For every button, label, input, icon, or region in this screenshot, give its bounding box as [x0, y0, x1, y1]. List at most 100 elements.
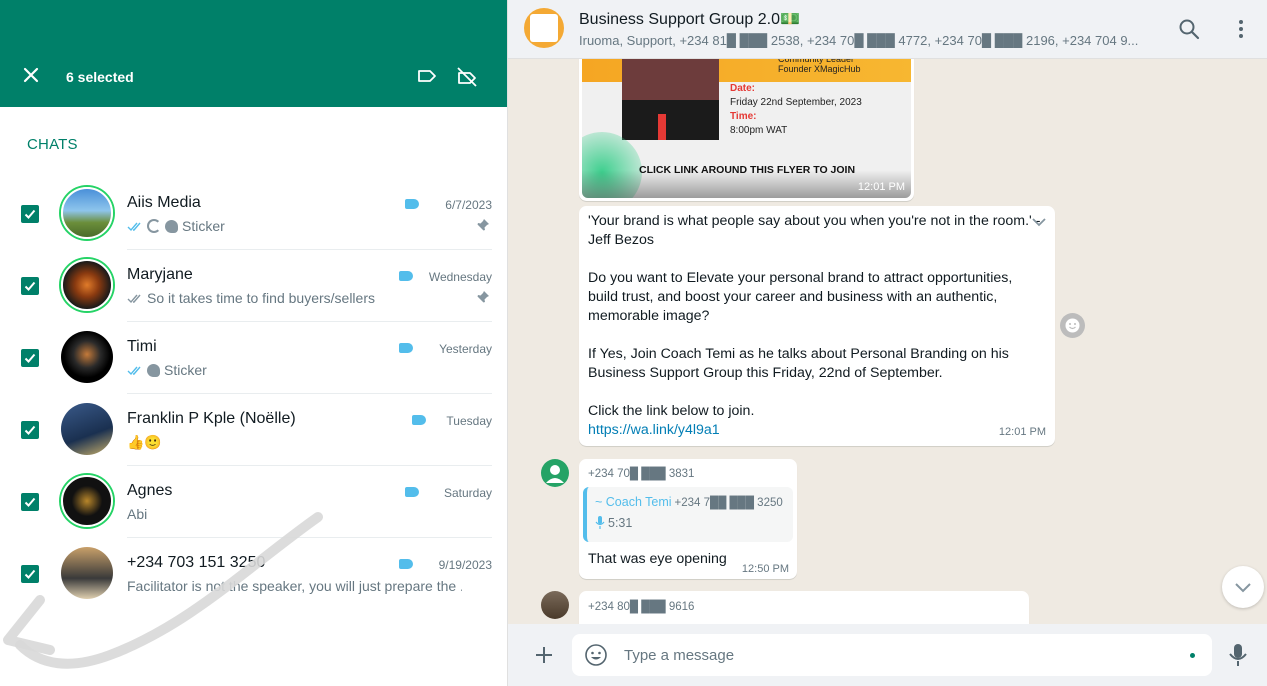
chat-name: Timi — [127, 338, 157, 355]
checkmark-icon — [24, 281, 36, 291]
flyer-time-label: Time: — [730, 111, 757, 122]
message-timestamp: 12:01 PM — [998, 426, 1046, 438]
chat-preview: Abi — [127, 506, 462, 522]
reply-message[interactable]: +234 70█ ███ 3831 ~ Coach Temi +234 7██ █… — [579, 459, 797, 579]
microphone-icon[interactable] — [1226, 642, 1250, 668]
group-title[interactable]: Business Support Group 2.0💵 — [579, 9, 800, 29]
chat-avatar[interactable] — [61, 475, 113, 527]
search-icon[interactable] — [1178, 18, 1200, 40]
sender-number[interactable]: +234 80█ ███ 9616 — [588, 601, 1020, 613]
message-input[interactable] — [624, 634, 1184, 676]
chevron-down-icon[interactable] — [1031, 214, 1047, 230]
message-timestamp: 12:50 PM — [741, 563, 789, 575]
label-tag-icon — [398, 343, 413, 353]
chat-checkbox[interactable] — [21, 349, 39, 367]
kebab-menu-icon[interactable] — [1230, 18, 1252, 40]
chat-preview-text: Sticker — [164, 362, 207, 378]
chat-avatar[interactable] — [61, 259, 113, 311]
image-message[interactable]: Community Leader Founder XMagicHub Date: … — [579, 59, 914, 201]
quoted-sender-number: +234 7██ ███ 3250 — [674, 497, 783, 509]
chat-avatar[interactable] — [61, 331, 113, 383]
close-icon[interactable] — [22, 66, 40, 84]
group-avatar[interactable] — [524, 8, 564, 48]
whatsapp-web-app: 6 selected CHATS Aiis Media 6/7/2023 Sti… — [0, 0, 1267, 686]
status-dot — [1190, 653, 1195, 658]
chat-checkbox[interactable] — [21, 205, 39, 223]
microphone-icon — [595, 516, 605, 529]
smiley-icon — [1065, 318, 1080, 333]
chat-time: Tuesday — [446, 414, 492, 428]
chat-preview: 👍🙂 — [127, 434, 462, 451]
chat-time: Yesterday — [439, 342, 492, 356]
selection-header: 6 selected — [0, 0, 507, 107]
chats-section-title: CHATS — [27, 136, 78, 153]
double-check-icon — [127, 294, 141, 303]
text-message[interactable]: 'Your brand is what people say about you… — [579, 206, 1055, 446]
chat-name: Aiis Media — [127, 194, 201, 211]
chat-list-item[interactable]: Agnes Saturday Abi — [0, 466, 507, 538]
message-composer — [508, 624, 1267, 686]
label-off-icon[interactable] — [456, 66, 478, 88]
flyer-host: Community Leader Founder XMagicHub — [778, 59, 861, 74]
chat-time: 9/19/2023 — [438, 558, 492, 572]
chat-list-item[interactable]: Aiis Media 6/7/2023 Sticker — [0, 178, 507, 250]
chat-name: Maryjane — [127, 266, 193, 283]
chat-name: Agnes — [127, 482, 173, 499]
flyer-time: 8:00pm WAT — [730, 125, 788, 136]
chat-checkbox[interactable] — [21, 421, 39, 439]
flyer-date-label: Date: — [730, 83, 756, 94]
label-tag-icon — [405, 199, 420, 209]
status-icon — [147, 219, 161, 233]
message-timestamp: 12:01 PM — [857, 181, 905, 193]
chat-list-item[interactable]: +234 703 151 3250 9/19/2023 Facilitator … — [0, 538, 507, 610]
chat-preview-text: So it takes time to find buyers/sellers — [147, 290, 375, 306]
scroll-to-bottom-button[interactable] — [1222, 566, 1264, 608]
react-emoji-button[interactable] — [1060, 313, 1085, 338]
quoted-message[interactable]: ~ Coach Temi +234 7██ ███ 3250 5:31 — [583, 487, 793, 542]
chat-preview-text: Abi — [127, 506, 148, 522]
chat-checkbox[interactable] — [21, 493, 39, 511]
chat-time: 6/7/2023 — [445, 198, 492, 212]
chat-name: Franklin P Kple (Noëlle) — [127, 410, 296, 427]
chat-checkbox[interactable] — [21, 277, 39, 295]
sender-number[interactable]: +234 70█ ███ 3831 — [583, 468, 793, 480]
double-check-icon — [127, 366, 141, 375]
message-text: 'Your brand is what people say about you… — [588, 213, 1041, 419]
label-tag-icon — [398, 559, 413, 569]
voice-duration: 5:31 — [608, 516, 633, 530]
speaker-photo — [622, 59, 719, 140]
plus-icon[interactable] — [532, 643, 556, 667]
chat-preview: Sticker — [127, 362, 462, 378]
event-flyer-image[interactable]: Community Leader Founder XMagicHub Date: … — [582, 59, 911, 198]
double-check-icon — [127, 222, 141, 231]
label-tag-icon — [398, 271, 413, 281]
text-message[interactable]: +234 80█ ███ 9616 — [579, 591, 1029, 624]
chat-list: Aiis Media 6/7/2023 Sticker Maryjane Wed… — [0, 178, 507, 610]
checkmark-icon — [24, 569, 36, 579]
flyer-date: Friday 22nd September, 2023 — [730, 97, 862, 108]
label-tag-icon — [411, 415, 426, 425]
chat-checkbox[interactable] — [21, 565, 39, 583]
sticker-icon — [147, 363, 160, 377]
label-tag-icon — [405, 487, 420, 497]
label-icon[interactable] — [416, 66, 438, 86]
chat-avatar[interactable] — [61, 547, 113, 599]
conversation-header[interactable]: Business Support Group 2.0💵 Iruoma, Supp… — [508, 0, 1267, 59]
chat-name: +234 703 151 3250 — [127, 554, 266, 571]
emoji-icon[interactable] — [584, 643, 608, 667]
pin-icon — [477, 291, 489, 303]
chat-avatar[interactable] — [61, 403, 113, 455]
chat-list-item[interactable]: Franklin P Kple (Noëlle) Tuesday 👍🙂 — [0, 394, 507, 466]
message-list: Community Leader Founder XMagicHub Date: … — [508, 59, 1267, 624]
chat-preview-text: 👍🙂 — [127, 434, 162, 450]
chat-list-item[interactable]: Timi Yesterday Sticker — [0, 322, 507, 394]
quoted-sender-name: ~ Coach Temi — [595, 495, 672, 509]
sender-avatar[interactable] — [541, 591, 569, 619]
chat-time: Saturday — [443, 486, 492, 500]
sender-avatar[interactable] — [541, 459, 569, 487]
chat-avatar[interactable] — [61, 187, 113, 239]
conversation-panel: Business Support Group 2.0💵 Iruoma, Supp… — [508, 0, 1267, 686]
chat-list-item[interactable]: Maryjane Wednesday So it takes time to f… — [0, 250, 507, 322]
message-link[interactable]: https://wa.link/y4l9a1 — [588, 422, 720, 438]
checkmark-icon — [24, 353, 36, 363]
